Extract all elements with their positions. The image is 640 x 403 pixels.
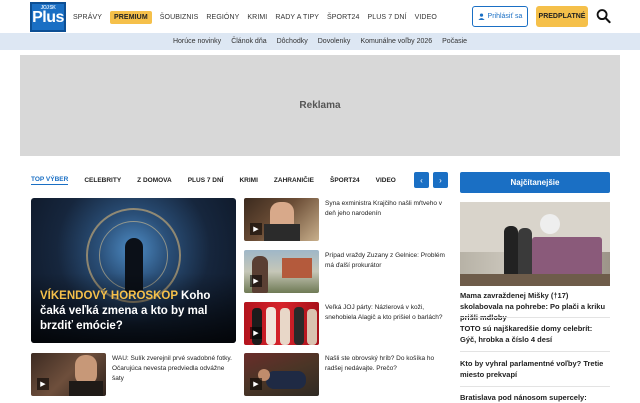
chevron-right-icon: › xyxy=(439,175,442,185)
nav-item-premium[interactable]: PREMIUM xyxy=(110,10,152,24)
article-item[interactable]: ▶ WAU: Sulík zverejnil prvé svadobné fot… xyxy=(31,353,237,396)
nav-item-video[interactable]: VIDEO xyxy=(415,14,437,21)
most-read-item-3[interactable]: Kto by vyhral parlamentné voľby? Tretie … xyxy=(460,358,610,380)
most-read-heading[interactable]: Najčítanejšie xyxy=(460,172,610,193)
subnav-link-komunalne-volby[interactable]: Komunálne voľby 2026 xyxy=(360,38,432,45)
most-read-image[interactable] xyxy=(460,202,610,286)
article-thumbnail: ▶ xyxy=(244,250,319,293)
play-icon: ▶ xyxy=(37,378,49,390)
nav-item-plus-7-dni[interactable]: PLUS 7 DNÍ xyxy=(367,14,406,21)
main-nav: SPRÁVY PREMIUM ŠOUBIZNIS REGIÓNY KRIMI R… xyxy=(73,10,445,24)
divider xyxy=(460,351,610,352)
tab-krimi[interactable]: KRIMI xyxy=(239,177,257,184)
nav-item-spravy[interactable]: SPRÁVY xyxy=(73,14,102,21)
article-item[interactable]: ▶ Prípad vraždy Zuzany z Gelnice: Problé… xyxy=(244,250,450,293)
subscribe-button[interactable]: PREDPLATNÉ xyxy=(536,6,588,27)
hero-title-highlight: VÍKENDOVÝ HOROSKOP xyxy=(40,290,178,302)
article-item[interactable]: ▶ Syna exministra Krajčiho našli mŕtveho… xyxy=(244,198,450,241)
most-read-item-4[interactable]: Bratislava pod nánosom supercely: xyxy=(460,392,610,403)
subnav-link-dovolenky[interactable]: Dovolenky xyxy=(318,38,351,45)
article-title: WAU: Sulík zverejnil prvé svadobné fotky… xyxy=(112,355,232,382)
user-icon xyxy=(477,13,485,20)
ad-banner[interactable]: Reklama xyxy=(20,55,620,156)
subnav-link-horuce-novinky[interactable]: Horúce novinky xyxy=(173,38,221,45)
play-icon: ▶ xyxy=(250,275,262,287)
tab-video[interactable]: VIDEO xyxy=(376,177,396,184)
divider xyxy=(460,386,610,387)
subnav-link-pocasie[interactable]: Počasie xyxy=(442,38,467,45)
ad-label: Reklama xyxy=(299,100,341,111)
nav-item-sport24[interactable]: ŠPORT24 xyxy=(327,14,359,21)
play-icon: ▶ xyxy=(250,223,262,235)
article-title: Našli ste obrovský hríb? Do košíka ho ra… xyxy=(325,355,435,372)
tab-z-domova[interactable]: Z DOMOVA xyxy=(137,177,172,184)
hero-article[interactable]: VÍKENDOVÝ HOROSKOP Koho čaká veľká zmena… xyxy=(31,198,236,343)
article-thumbnail: ▶ xyxy=(31,353,106,396)
article-thumbnail: ▶ xyxy=(244,302,319,345)
play-icon: ▶ xyxy=(250,327,262,339)
search-icon[interactable] xyxy=(596,8,611,24)
article-item[interactable]: ▶ Veľká JOJ párty: Názlerová v koži, sne… xyxy=(244,302,450,345)
article-item[interactable]: ▶ Našli ste obrovský hríb? Do košíka ho … xyxy=(244,353,450,396)
logo-big-text: Plus xyxy=(32,9,64,26)
subnav-link-dochodky[interactable]: Dôchodky xyxy=(277,38,308,45)
tab-celebrity[interactable]: CELEBRITY xyxy=(84,177,121,184)
tab-top-vyber[interactable]: TOP VÝBER xyxy=(31,176,69,185)
nav-item-soubiznis[interactable]: ŠOUBIZNIS xyxy=(160,14,199,21)
article-title: Syna exministra Krajčiho našli mŕtveho v… xyxy=(325,200,443,217)
article-thumbnail: ▶ xyxy=(244,353,319,396)
most-read-item-2[interactable]: TOTO sú najškaredšie domy celebrít: Gýč,… xyxy=(460,323,610,345)
tabs-next-button[interactable]: › xyxy=(433,172,448,188)
hero-title: VÍKENDOVÝ HOROSKOP Koho čaká veľká zmena… xyxy=(40,289,230,334)
play-icon: ▶ xyxy=(250,378,262,390)
login-button[interactable]: Prihlásiť sa xyxy=(472,6,528,27)
article-thumbnail: ▶ xyxy=(244,198,319,241)
most-read-item-1[interactable]: Mama zavraždenej Mišky (†17) skolabovala… xyxy=(460,290,610,323)
article-title: Veľká JOJ párty: Názlerová v koži, sneho… xyxy=(325,304,443,321)
nav-item-krimi[interactable]: KRIMI xyxy=(247,14,267,21)
nav-item-rady-a-tipy[interactable]: RADY A TIPY xyxy=(275,14,319,21)
tab-zahranicie[interactable]: ZAHRANIČIE xyxy=(274,177,314,184)
chevron-left-icon: ‹ xyxy=(420,175,423,185)
category-tabs: TOP VÝBER CELEBRITY Z DOMOVA PLUS 7 DNÍ … xyxy=(31,172,412,188)
tab-plus-7-dni[interactable]: PLUS 7 DNÍ xyxy=(188,177,224,184)
article-title: Prípad vraždy Zuzany z Gelnice: Problém … xyxy=(325,252,445,269)
tab-sport24[interactable]: ŠPORT24 xyxy=(330,177,360,184)
divider xyxy=(460,317,610,318)
subnav-link-clanok-dna[interactable]: Článok dňa xyxy=(231,38,266,45)
site-logo[interactable]: JOJ SK Plus xyxy=(30,2,66,32)
nav-item-regiony[interactable]: REGIÓNY xyxy=(206,14,239,21)
tabs-prev-button[interactable]: ‹ xyxy=(414,172,429,188)
sub-navigation: Horúce novinky Článok dňa Dôchodky Dovol… xyxy=(0,33,640,50)
top-header: JOJ SK Plus SPRÁVY PREMIUM ŠOUBIZNIS REG… xyxy=(0,0,640,33)
login-label: Prihlásiť sa xyxy=(487,13,523,20)
